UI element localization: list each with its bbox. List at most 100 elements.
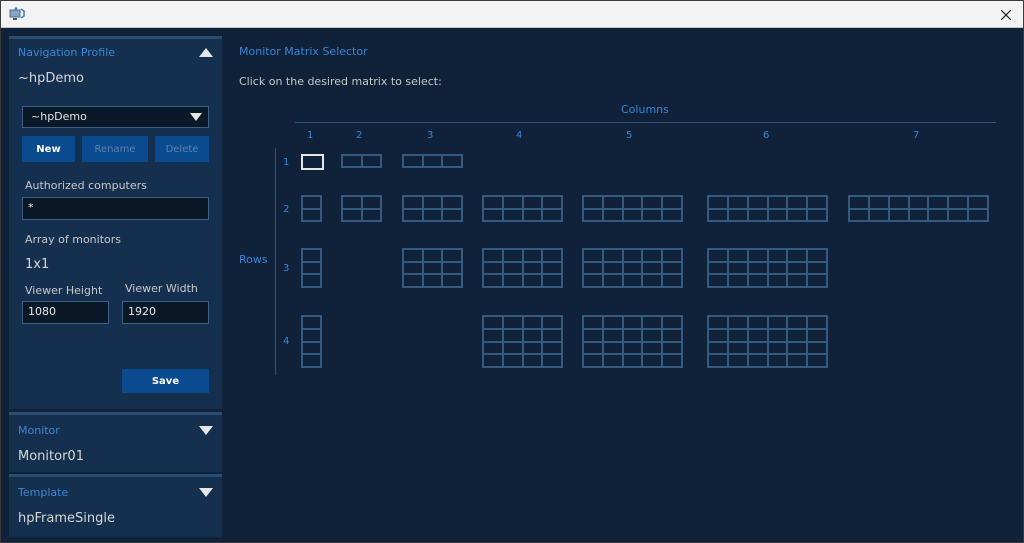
matrix-cell [767,328,788,342]
matrix-cell [522,274,543,287]
matrix-cell [787,341,808,355]
matrix-cell [502,354,523,367]
matrix-option-3x5[interactable] [582,248,683,288]
matrix-cell [302,196,321,209]
matrix-cell [542,341,562,355]
matrix-cell [403,249,423,262]
matrix-cell [622,316,643,329]
matrix-cell [442,196,462,209]
column-number: 7 [913,130,920,141]
rows-divider [275,148,276,375]
matrix-cell [807,341,827,355]
matrix-cell [968,208,988,221]
profile-dropdown[interactable]: ~hpDemo [22,106,209,128]
chevron-down-icon[interactable] [199,488,213,497]
matrix-cell [502,249,523,262]
matrix-cell [522,341,543,355]
matrix-cell [642,208,663,221]
matrix-cell [302,341,321,355]
matrix-cell [642,328,663,342]
matrix-cell [542,316,562,329]
viewer-height-input[interactable]: 1080 [22,301,109,324]
matrix-cell [622,208,643,221]
matrix-cell [849,208,869,221]
matrix-option-3x3[interactable] [402,248,463,288]
chevron-down-icon[interactable] [199,426,213,435]
new-button[interactable]: New [22,136,75,162]
matrix-cell [807,328,827,342]
matrix-cell [502,274,523,287]
close-button[interactable] [989,1,1023,28]
matrix-option-4x4[interactable] [482,315,563,368]
matrix-cell [868,196,889,209]
matrix-option-2x3[interactable] [402,195,463,222]
matrix-cell [662,316,682,329]
matrix-option-4x6[interactable] [707,315,828,368]
matrix-option-1x3[interactable] [402,154,463,168]
matrix-option-2x7[interactable] [848,195,989,222]
title-bar [1,1,1023,28]
matrix-option-2x4[interactable] [482,195,563,222]
matrix-cell [302,249,321,262]
matrix-option-3x6[interactable] [707,248,828,288]
row-number: 2 [283,204,290,215]
matrix-cell [502,328,523,342]
matrix-cell [747,261,768,275]
matrix-cell [583,261,603,275]
matrix-cell [727,316,748,329]
matrix-cell [602,274,623,287]
matrix-option-2x2[interactable] [341,195,382,222]
matrix-cell [888,196,909,209]
matrix-cell [422,196,443,209]
monitor-panel: Monitor Monitor01 [9,412,222,472]
matrix-cell [583,274,603,287]
matrix-cell [583,208,603,221]
chevron-up-icon[interactable] [199,48,213,57]
close-icon [1001,9,1011,20]
matrix-selector-title: Monitor Matrix Selector [239,45,368,58]
matrix-cell [662,341,682,355]
matrix-cell [602,261,623,275]
matrix-option-3x4[interactable] [482,248,563,288]
matrix-cell [708,261,728,275]
matrix-option-1x2[interactable] [341,154,382,168]
matrix-cell [442,155,462,167]
matrix-cell [622,261,643,275]
matrix-cell [522,196,543,209]
matrix-cell [767,274,788,287]
matrix-cell [708,341,728,355]
matrix-cell [422,261,443,275]
row-number: 3 [283,263,290,274]
matrix-cell [502,341,523,355]
matrix-cell [642,249,663,262]
matrix-cell [849,196,869,209]
viewer-width-input[interactable]: 1920 [122,301,209,324]
matrix-cell [483,328,503,342]
app-window: Navigation Profile ~hpDemo ~hpDemo New R… [0,0,1024,543]
matrix-cell [727,341,748,355]
matrix-cell [708,208,728,221]
matrix-option-4x1[interactable] [301,315,322,368]
sidebar: Navigation Profile ~hpDemo ~hpDemo New R… [9,36,222,537]
authorized-computers-input[interactable]: * [22,197,209,220]
matrix-cell [727,328,748,342]
matrix-option-2x6[interactable] [707,195,828,222]
matrix-cell [708,328,728,342]
matrix-option-3x1[interactable] [301,248,322,288]
row-number: 1 [283,157,290,168]
monitor-value: Monitor01 [18,449,84,464]
matrix-cell [708,249,728,262]
rename-button[interactable]: Rename [82,136,148,162]
matrix-option-2x1[interactable] [301,195,322,222]
matrix-cell [807,249,827,262]
matrix-cell [787,249,808,262]
matrix-option-2x5[interactable] [582,195,683,222]
matrix-option-1x1[interactable] [301,154,324,170]
matrix-option-4x5[interactable] [582,315,683,368]
chevron-down-icon [190,113,202,121]
delete-button[interactable]: Delete [155,136,209,162]
matrix-cell [727,196,748,209]
save-button[interactable]: Save [122,369,209,393]
matrix-cell [708,316,728,329]
matrix-cell [747,341,768,355]
